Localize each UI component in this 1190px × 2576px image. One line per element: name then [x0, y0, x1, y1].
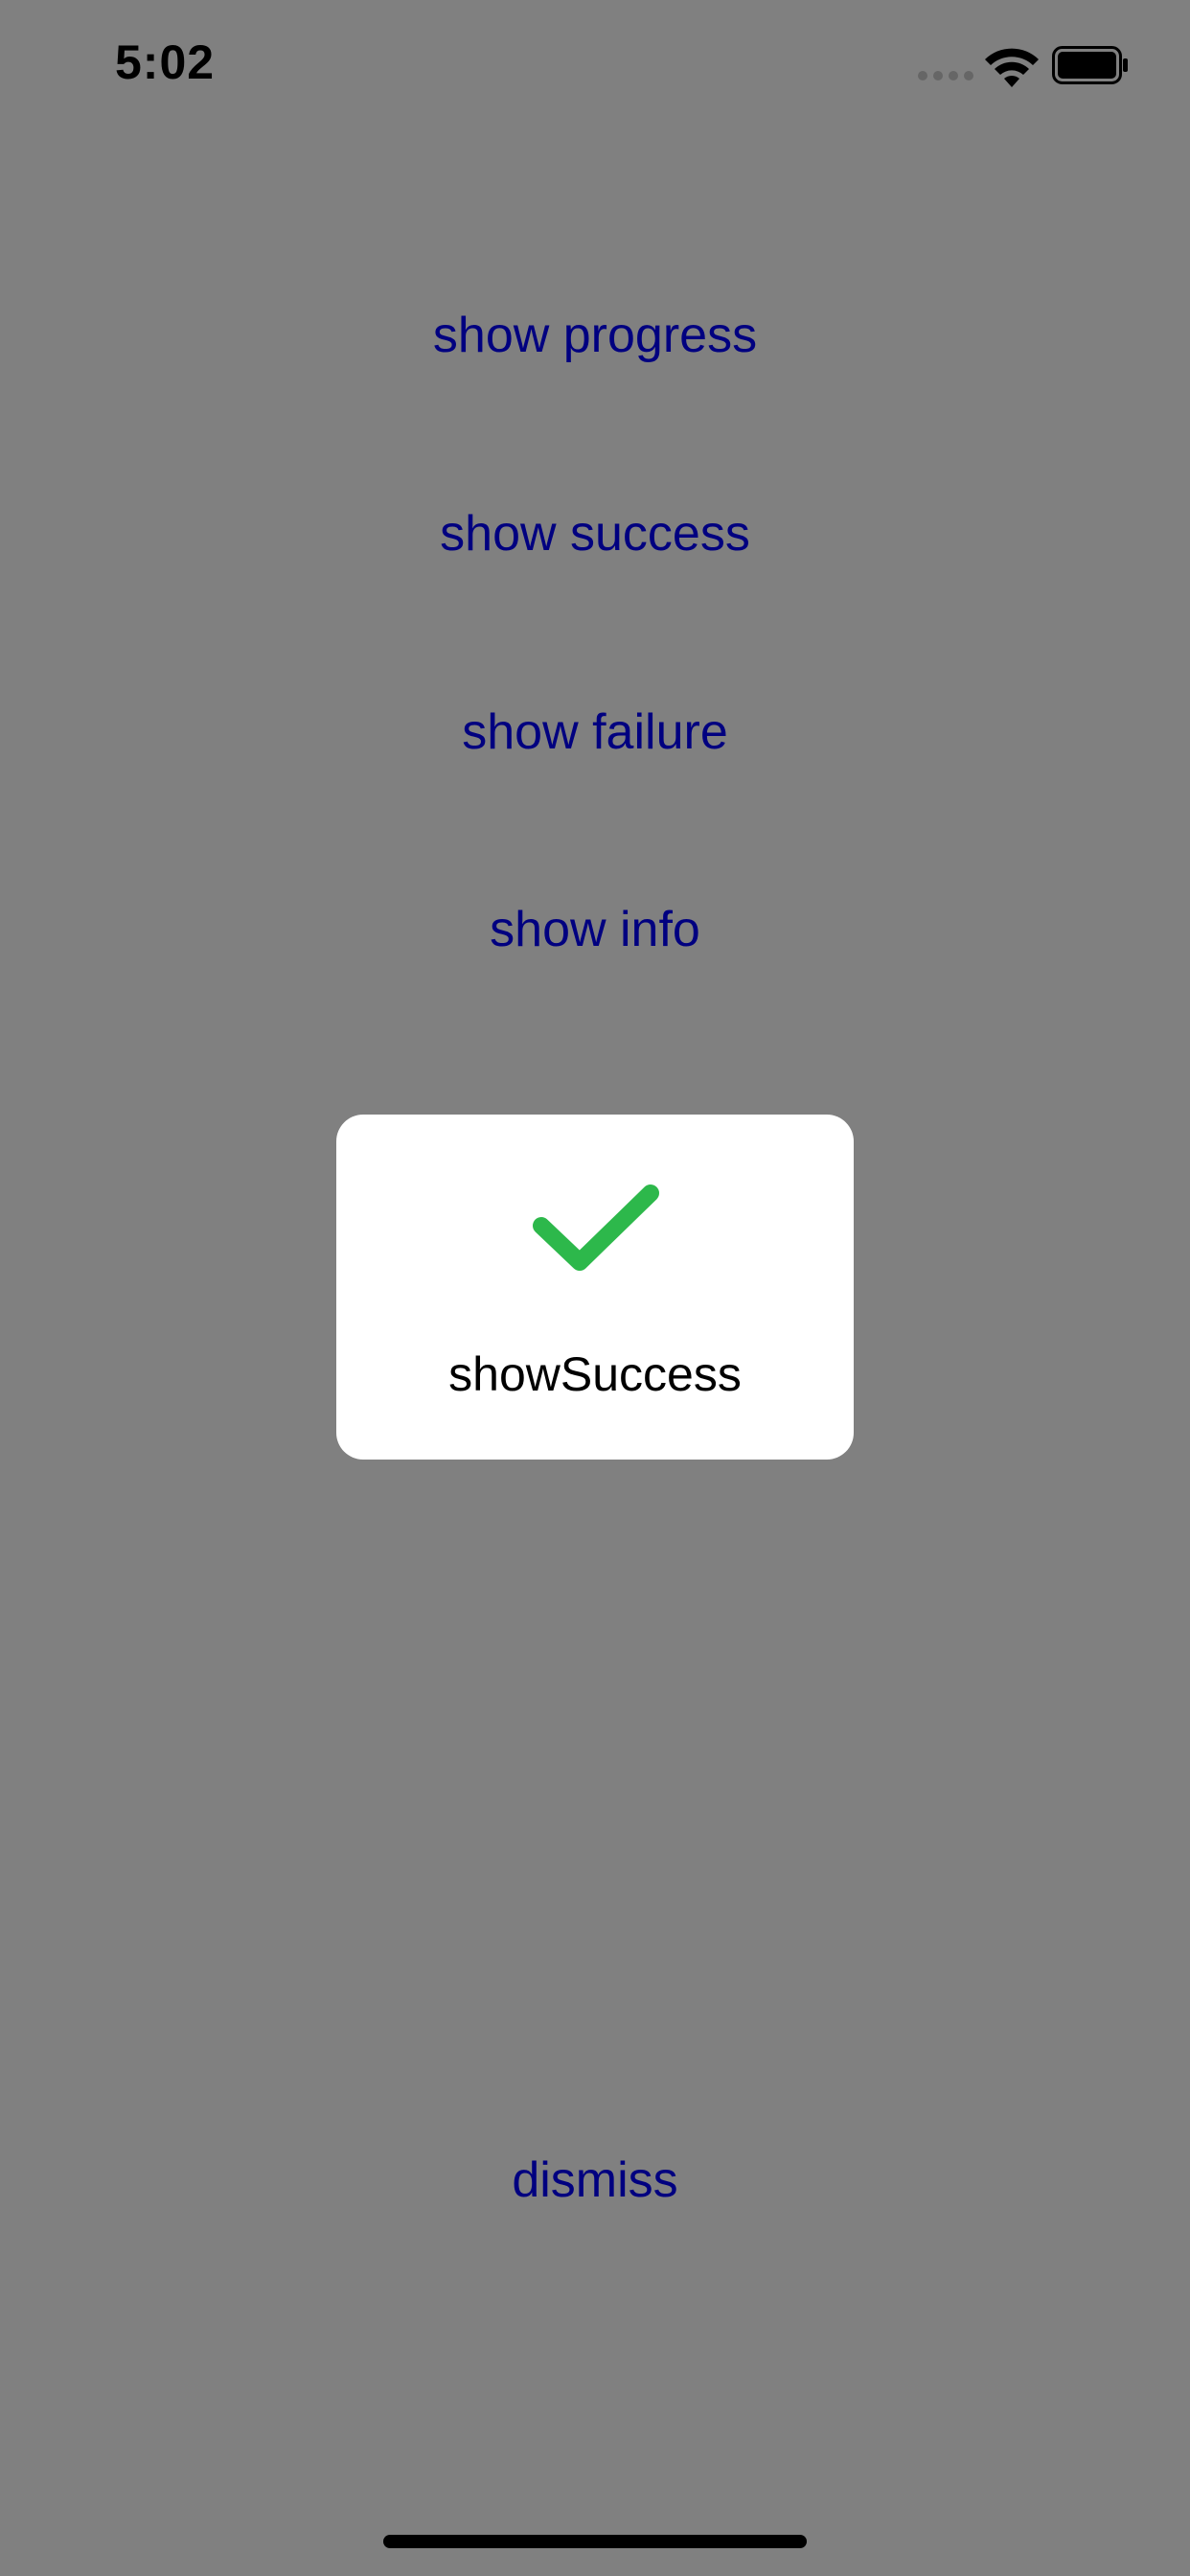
dismiss-button[interactable]: dismiss: [0, 2147, 1190, 2214]
hud-message: showSuccess: [448, 1347, 742, 1401]
status-time: 5:02: [115, 35, 216, 89]
show-success-button[interactable]: show success: [0, 500, 1190, 567]
show-failure-button[interactable]: show failure: [0, 699, 1190, 766]
show-info-button[interactable]: show info: [0, 896, 1190, 963]
cellular-signal-icon: [918, 71, 975, 80]
success-hud: showSuccess: [336, 1115, 854, 1460]
checkmark-icon: [533, 1184, 659, 1271]
show-progress-button[interactable]: show progress: [0, 302, 1190, 369]
status-bar: 5:02: [0, 0, 1190, 134]
wifi-icon: [985, 48, 1039, 87]
battery-icon: [1052, 46, 1128, 84]
home-indicator[interactable]: [383, 2535, 807, 2548]
